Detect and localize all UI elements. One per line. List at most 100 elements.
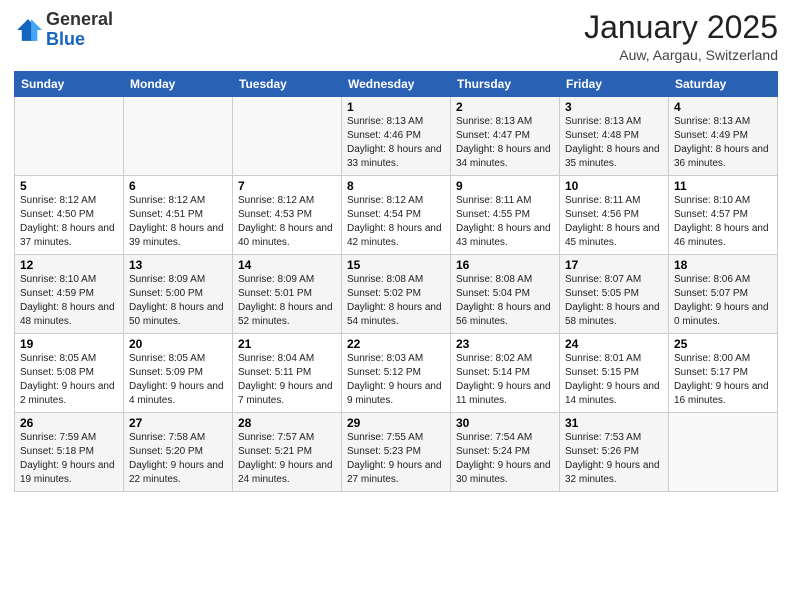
day-number-4-4: 30 — [456, 416, 554, 430]
day-number-2-1: 13 — [129, 258, 227, 272]
logo-icon — [14, 16, 42, 44]
day-info-0-5: Sunrise: 8:13 AM Sunset: 4:48 PM Dayligh… — [565, 115, 663, 171]
calendar-cell-1-4: 9Sunrise: 8:11 AM Sunset: 4:55 PM Daylig… — [451, 176, 560, 255]
calendar-subtitle: Auw, Aargau, Switzerland — [584, 47, 778, 63]
calendar-cell-4-5: 31Sunrise: 7:53 AM Sunset: 5:26 PM Dayli… — [560, 413, 669, 492]
day-number-4-0: 26 — [20, 416, 118, 430]
day-number-0-6: 4 — [674, 100, 772, 114]
day-number-3-3: 22 — [347, 337, 445, 351]
day-number-1-6: 11 — [674, 179, 772, 193]
day-info-3-5: Sunrise: 8:01 AM Sunset: 5:15 PM Dayligh… — [565, 352, 663, 408]
day-number-1-2: 7 — [238, 179, 336, 193]
calendar-cell-3-1: 20Sunrise: 8:05 AM Sunset: 5:09 PM Dayli… — [124, 334, 233, 413]
day-info-2-4: Sunrise: 8:08 AM Sunset: 5:04 PM Dayligh… — [456, 273, 554, 329]
calendar-cell-3-3: 22Sunrise: 8:03 AM Sunset: 5:12 PM Dayli… — [342, 334, 451, 413]
calendar-cell-1-0: 5Sunrise: 8:12 AM Sunset: 4:50 PM Daylig… — [15, 176, 124, 255]
day-info-4-5: Sunrise: 7:53 AM Sunset: 5:26 PM Dayligh… — [565, 431, 663, 487]
calendar-cell-0-6: 4Sunrise: 8:13 AM Sunset: 4:49 PM Daylig… — [669, 97, 778, 176]
day-number-2-5: 17 — [565, 258, 663, 272]
day-info-2-1: Sunrise: 8:09 AM Sunset: 5:00 PM Dayligh… — [129, 273, 227, 329]
calendar-cell-2-3: 15Sunrise: 8:08 AM Sunset: 5:02 PM Dayli… — [342, 255, 451, 334]
day-info-4-4: Sunrise: 7:54 AM Sunset: 5:24 PM Dayligh… — [456, 431, 554, 487]
header-monday: Monday — [124, 72, 233, 97]
day-info-1-5: Sunrise: 8:11 AM Sunset: 4:56 PM Dayligh… — [565, 194, 663, 250]
calendar-cell-2-4: 16Sunrise: 8:08 AM Sunset: 5:04 PM Dayli… — [451, 255, 560, 334]
day-number-1-3: 8 — [347, 179, 445, 193]
day-number-4-2: 28 — [238, 416, 336, 430]
calendar-cell-2-0: 12Sunrise: 8:10 AM Sunset: 4:59 PM Dayli… — [15, 255, 124, 334]
calendar-cell-0-5: 3Sunrise: 8:13 AM Sunset: 4:48 PM Daylig… — [560, 97, 669, 176]
calendar-cell-1-5: 10Sunrise: 8:11 AM Sunset: 4:56 PM Dayli… — [560, 176, 669, 255]
calendar-row-3: 19Sunrise: 8:05 AM Sunset: 5:08 PM Dayli… — [15, 334, 778, 413]
calendar-cell-0-2 — [233, 97, 342, 176]
logo: General Blue — [14, 10, 113, 50]
calendar-cell-3-0: 19Sunrise: 8:05 AM Sunset: 5:08 PM Dayli… — [15, 334, 124, 413]
calendar-cell-1-1: 6Sunrise: 8:12 AM Sunset: 4:51 PM Daylig… — [124, 176, 233, 255]
logo-text: General Blue — [46, 10, 113, 50]
calendar-cell-4-6 — [669, 413, 778, 492]
day-number-3-4: 23 — [456, 337, 554, 351]
title-block: January 2025 Auw, Aargau, Switzerland — [584, 10, 778, 63]
day-info-1-0: Sunrise: 8:12 AM Sunset: 4:50 PM Dayligh… — [20, 194, 118, 250]
day-number-0-3: 1 — [347, 100, 445, 114]
day-info-2-2: Sunrise: 8:09 AM Sunset: 5:01 PM Dayligh… — [238, 273, 336, 329]
header-thursday: Thursday — [451, 72, 560, 97]
calendar-cell-4-3: 29Sunrise: 7:55 AM Sunset: 5:23 PM Dayli… — [342, 413, 451, 492]
day-info-3-0: Sunrise: 8:05 AM Sunset: 5:08 PM Dayligh… — [20, 352, 118, 408]
day-number-0-4: 2 — [456, 100, 554, 114]
logo-blue: Blue — [46, 30, 113, 50]
calendar-cell-0-4: 2Sunrise: 8:13 AM Sunset: 4:47 PM Daylig… — [451, 97, 560, 176]
day-number-2-0: 12 — [20, 258, 118, 272]
calendar-cell-3-6: 25Sunrise: 8:00 AM Sunset: 5:17 PM Dayli… — [669, 334, 778, 413]
day-number-3-5: 24 — [565, 337, 663, 351]
calendar-cell-2-2: 14Sunrise: 8:09 AM Sunset: 5:01 PM Dayli… — [233, 255, 342, 334]
calendar-row-0: 1Sunrise: 8:13 AM Sunset: 4:46 PM Daylig… — [15, 97, 778, 176]
day-info-2-0: Sunrise: 8:10 AM Sunset: 4:59 PM Dayligh… — [20, 273, 118, 329]
calendar-cell-1-6: 11Sunrise: 8:10 AM Sunset: 4:57 PM Dayli… — [669, 176, 778, 255]
day-number-4-1: 27 — [129, 416, 227, 430]
day-number-2-2: 14 — [238, 258, 336, 272]
calendar-row-4: 26Sunrise: 7:59 AM Sunset: 5:18 PM Dayli… — [15, 413, 778, 492]
day-info-3-2: Sunrise: 8:04 AM Sunset: 5:11 PM Dayligh… — [238, 352, 336, 408]
day-info-0-6: Sunrise: 8:13 AM Sunset: 4:49 PM Dayligh… — [674, 115, 772, 171]
calendar-cell-1-3: 8Sunrise: 8:12 AM Sunset: 4:54 PM Daylig… — [342, 176, 451, 255]
day-info-3-6: Sunrise: 8:00 AM Sunset: 5:17 PM Dayligh… — [674, 352, 772, 408]
header-friday: Friday — [560, 72, 669, 97]
page: General Blue January 2025 Auw, Aargau, S… — [0, 0, 792, 612]
day-info-1-1: Sunrise: 8:12 AM Sunset: 4:51 PM Dayligh… — [129, 194, 227, 250]
day-number-1-5: 10 — [565, 179, 663, 193]
calendar-cell-4-2: 28Sunrise: 7:57 AM Sunset: 5:21 PM Dayli… — [233, 413, 342, 492]
calendar-row-1: 5Sunrise: 8:12 AM Sunset: 4:50 PM Daylig… — [15, 176, 778, 255]
day-info-1-6: Sunrise: 8:10 AM Sunset: 4:57 PM Dayligh… — [674, 194, 772, 250]
day-number-2-4: 16 — [456, 258, 554, 272]
day-info-0-3: Sunrise: 8:13 AM Sunset: 4:46 PM Dayligh… — [347, 115, 445, 171]
day-number-1-1: 6 — [129, 179, 227, 193]
day-info-1-3: Sunrise: 8:12 AM Sunset: 4:54 PM Dayligh… — [347, 194, 445, 250]
calendar-cell-2-6: 18Sunrise: 8:06 AM Sunset: 5:07 PM Dayli… — [669, 255, 778, 334]
calendar-cell-3-2: 21Sunrise: 8:04 AM Sunset: 5:11 PM Dayli… — [233, 334, 342, 413]
day-info-3-4: Sunrise: 8:02 AM Sunset: 5:14 PM Dayligh… — [456, 352, 554, 408]
day-number-1-4: 9 — [456, 179, 554, 193]
header-wednesday: Wednesday — [342, 72, 451, 97]
header-tuesday: Tuesday — [233, 72, 342, 97]
weekday-header-row: Sunday Monday Tuesday Wednesday Thursday… — [15, 72, 778, 97]
day-info-4-2: Sunrise: 7:57 AM Sunset: 5:21 PM Dayligh… — [238, 431, 336, 487]
day-number-4-3: 29 — [347, 416, 445, 430]
day-info-4-3: Sunrise: 7:55 AM Sunset: 5:23 PM Dayligh… — [347, 431, 445, 487]
day-info-1-4: Sunrise: 8:11 AM Sunset: 4:55 PM Dayligh… — [456, 194, 554, 250]
logo-general: General — [46, 10, 113, 30]
day-info-2-6: Sunrise: 8:06 AM Sunset: 5:07 PM Dayligh… — [674, 273, 772, 329]
calendar-cell-4-4: 30Sunrise: 7:54 AM Sunset: 5:24 PM Dayli… — [451, 413, 560, 492]
calendar-row-2: 12Sunrise: 8:10 AM Sunset: 4:59 PM Dayli… — [15, 255, 778, 334]
day-info-3-3: Sunrise: 8:03 AM Sunset: 5:12 PM Dayligh… — [347, 352, 445, 408]
day-number-4-5: 31 — [565, 416, 663, 430]
day-number-0-5: 3 — [565, 100, 663, 114]
calendar-cell-4-1: 27Sunrise: 7:58 AM Sunset: 5:20 PM Dayli… — [124, 413, 233, 492]
calendar-cell-1-2: 7Sunrise: 8:12 AM Sunset: 4:53 PM Daylig… — [233, 176, 342, 255]
day-number-3-6: 25 — [674, 337, 772, 351]
calendar-title: January 2025 — [584, 10, 778, 45]
day-info-1-2: Sunrise: 8:12 AM Sunset: 4:53 PM Dayligh… — [238, 194, 336, 250]
header: General Blue January 2025 Auw, Aargau, S… — [14, 10, 778, 63]
day-number-3-0: 19 — [20, 337, 118, 351]
day-info-0-4: Sunrise: 8:13 AM Sunset: 4:47 PM Dayligh… — [456, 115, 554, 171]
